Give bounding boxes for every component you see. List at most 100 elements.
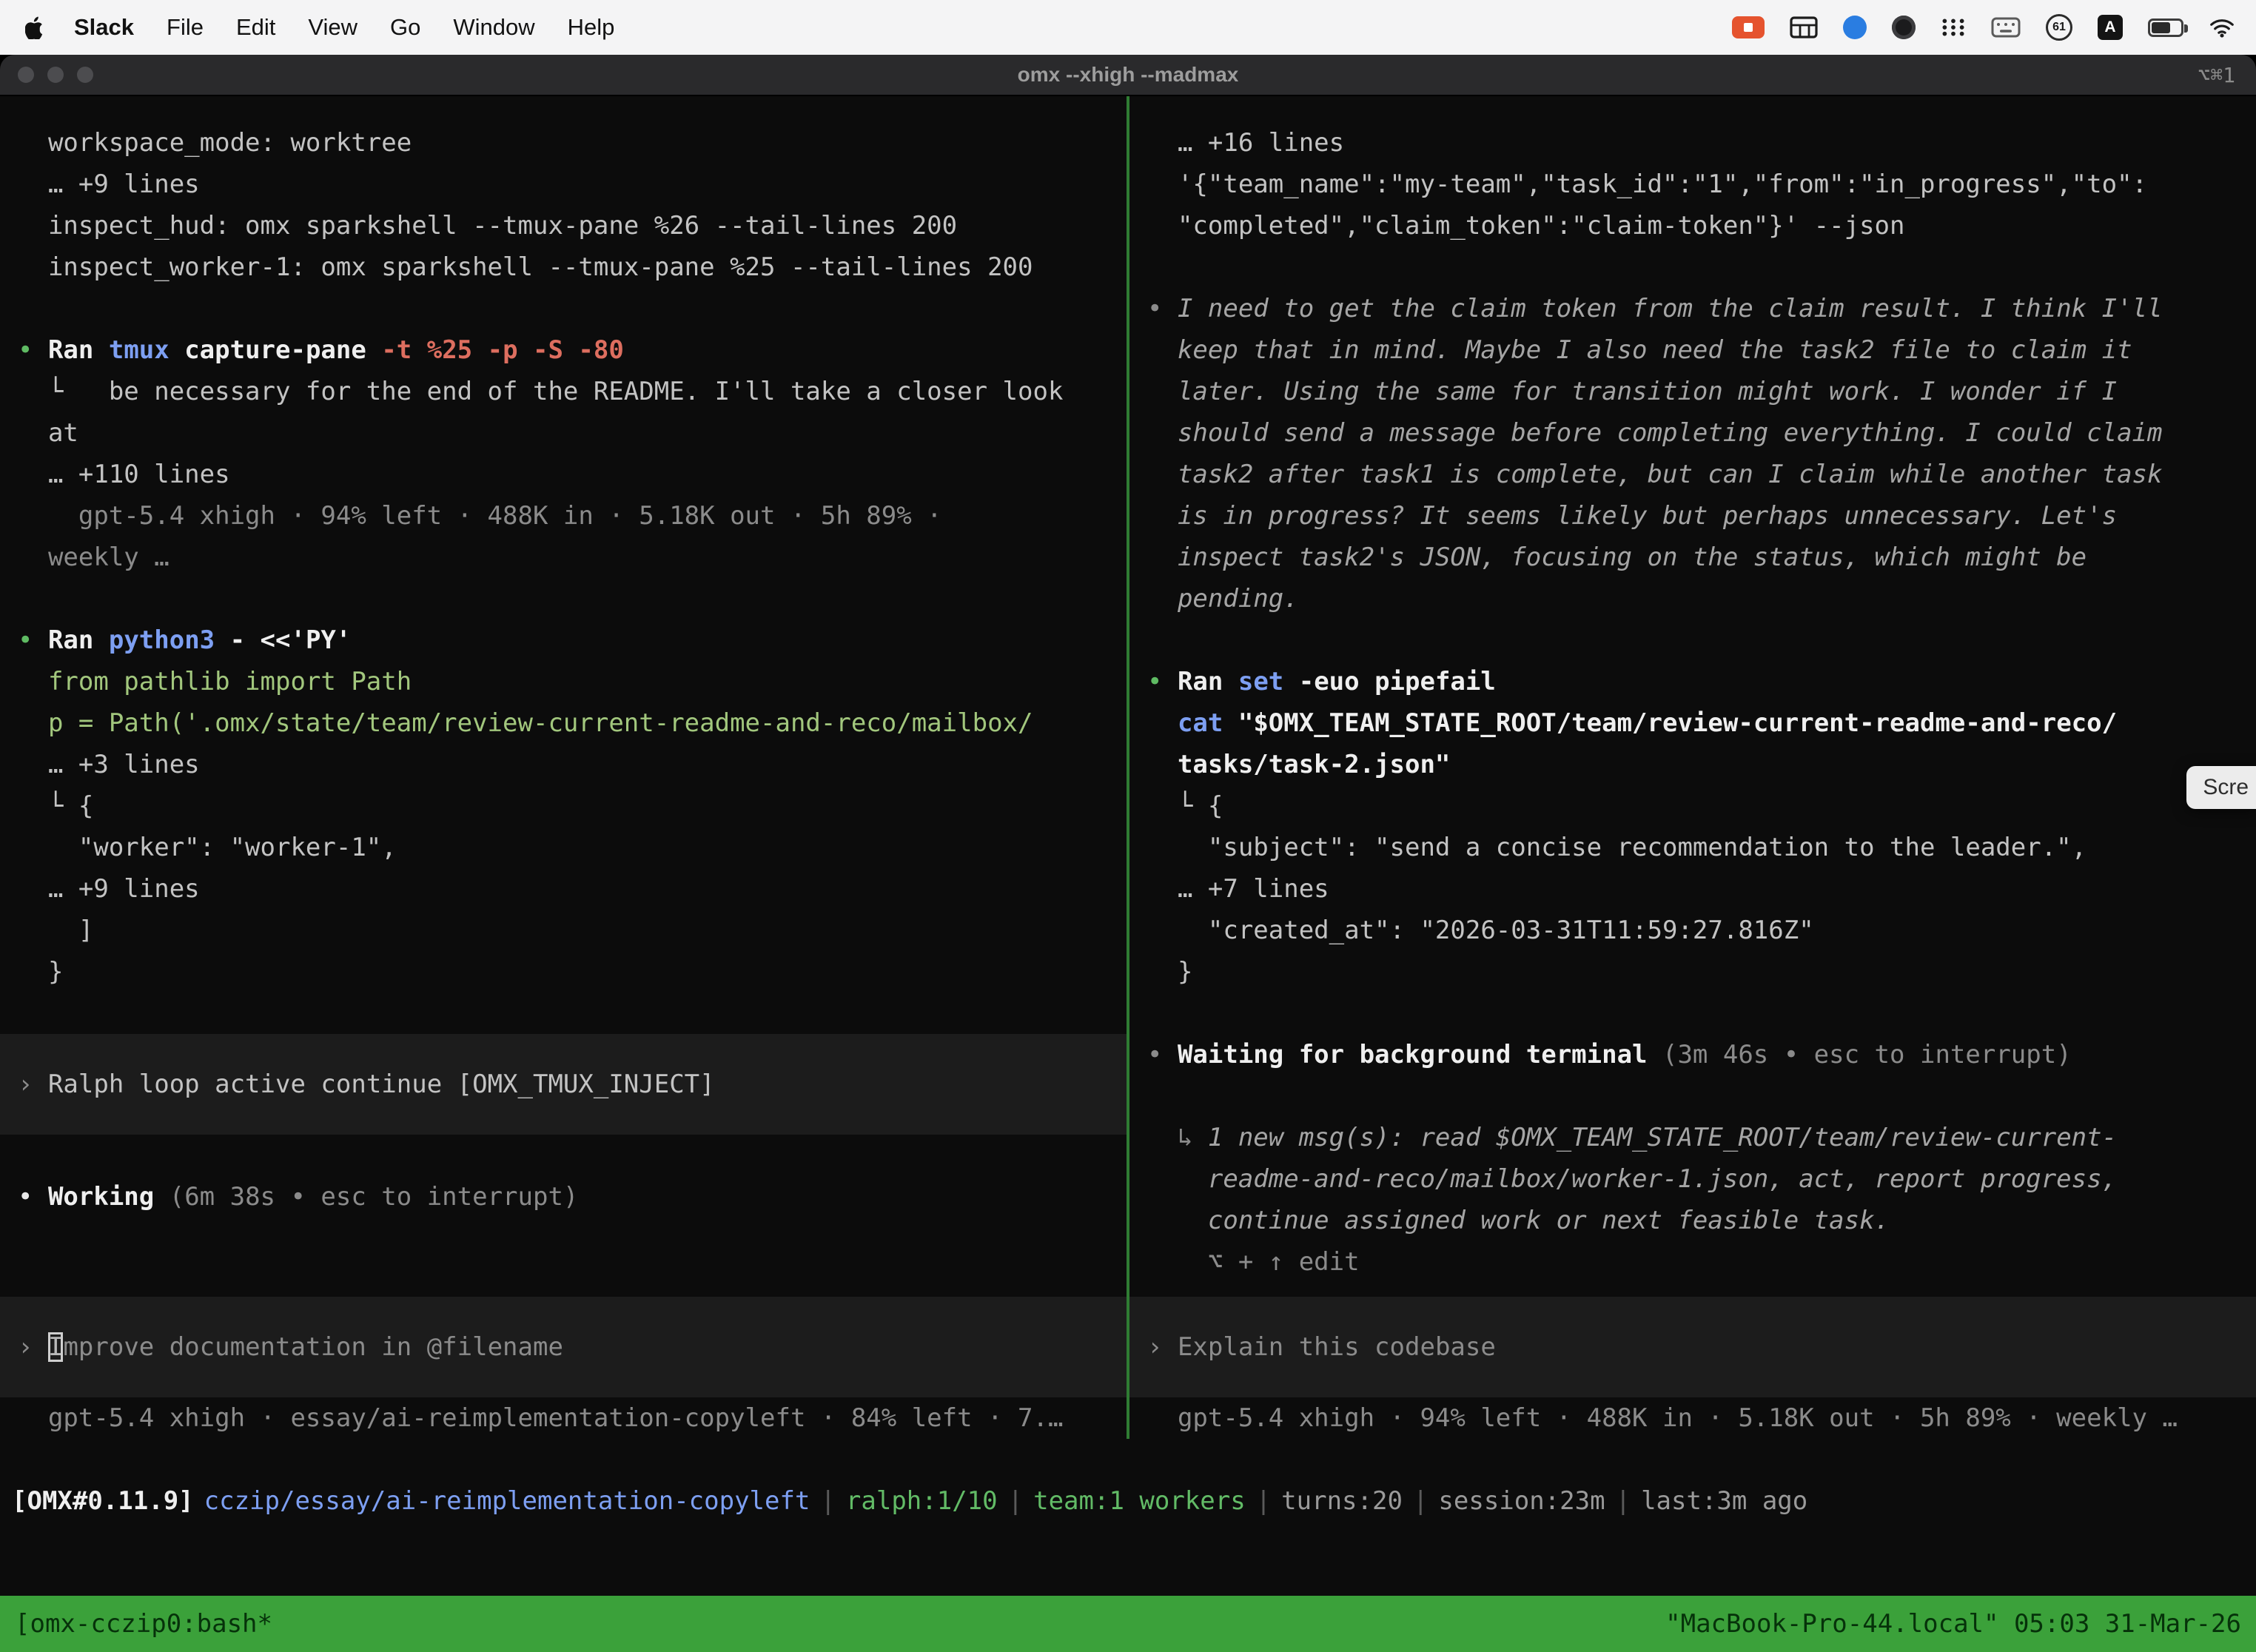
terminal-line: from pathlib import Path bbox=[18, 661, 1109, 702]
wifi-icon[interactable] bbox=[2209, 17, 2235, 38]
separator: | bbox=[1256, 1486, 1271, 1516]
grid-table-icon[interactable] bbox=[1790, 16, 1818, 38]
terminal-line bbox=[18, 1135, 1109, 1176]
terminal-line: task2 after task1 is complete, but can I… bbox=[1147, 454, 2238, 495]
tmux-status-bar: [omx-cczip0:bash* "MacBook-Pro-44.local"… bbox=[0, 1596, 2256, 1652]
last-activity: last:3m ago bbox=[1641, 1486, 1807, 1516]
terminal-line: … +16 lines bbox=[1147, 122, 2238, 164]
team-workers: team:1 workers bbox=[1033, 1486, 1246, 1516]
text-segment: › bbox=[18, 1070, 48, 1099]
text-segment: inspect_hud: omx sparkshell --tmux-pane … bbox=[18, 211, 957, 241]
text-segment: (3m 46s • esc to interrupt) bbox=[1648, 1040, 2072, 1070]
menu-edit[interactable]: Edit bbox=[220, 14, 292, 41]
keyboard-icon[interactable] bbox=[1991, 17, 2021, 38]
text-segment bbox=[1147, 708, 1178, 738]
terminal-line: inspect_worker-1: omx sparkshell --tmux-… bbox=[18, 246, 1109, 288]
terminal-line: gpt-5.4 xhigh · 94% left · 488K in · 5.1… bbox=[18, 495, 1109, 537]
menu-bar: Slack File Edit View Go Window Help 61 A bbox=[0, 0, 2256, 55]
terminal-line: "completed","claim_token":"claim-token"}… bbox=[1147, 205, 2238, 246]
apple-menu[interactable] bbox=[21, 16, 58, 39]
text-segment: └ be necessary for the end of the README… bbox=[18, 377, 1063, 406]
separator: | bbox=[1413, 1486, 1428, 1516]
waiting-status: • Waiting for background terminal (3m 46… bbox=[1147, 1034, 2238, 1075]
terminal-content: workspace_mode: worktree … +9 lines insp… bbox=[0, 96, 2256, 1652]
text-segment: ] bbox=[18, 916, 93, 945]
battery-percentage-badge[interactable]: 61 bbox=[2046, 14, 2072, 41]
text-segment: -euo pipefail bbox=[1299, 667, 1496, 696]
stop-recording-icon[interactable] bbox=[1732, 16, 1765, 38]
text-segment: Waiting for background terminal bbox=[1178, 1040, 1648, 1070]
dots-grid-icon[interactable] bbox=[1941, 17, 1966, 38]
text-segment: readme-and-reco/mailbox/worker-1.json, a… bbox=[1147, 1164, 2117, 1194]
text-segment: Ran bbox=[48, 625, 109, 655]
dark-app-icon[interactable] bbox=[1892, 16, 1916, 39]
text-segment: I need to get the claim token from the c… bbox=[1178, 294, 2163, 323]
prompt-input[interactable]: › Improve documentation in @filename bbox=[0, 1297, 1127, 1397]
terminal-line: readme-and-reco/mailbox/worker-1.json, a… bbox=[1147, 1158, 2238, 1200]
window-titlebar[interactable]: omx --xhigh --madmax ⌥⌘1 bbox=[0, 55, 2256, 96]
terminal-line: at bbox=[18, 412, 1109, 454]
text-segment: should send a message before completing … bbox=[1147, 418, 2162, 448]
minimize-button[interactable] bbox=[47, 67, 64, 83]
terminal-line: is in progress? It seems likely but perh… bbox=[1147, 495, 2238, 537]
ran-set-command: • Ran set -euo pipefail bbox=[1147, 661, 2238, 702]
text-segment: pending. bbox=[1147, 584, 1299, 614]
menu-app-name[interactable]: Slack bbox=[58, 14, 150, 41]
menu-window[interactable]: Window bbox=[437, 14, 551, 41]
menu-view[interactable]: View bbox=[292, 14, 374, 41]
text-segment: gpt-5.4 xhigh · essay/ai-reimplementatio… bbox=[18, 1403, 1063, 1433]
terminal-line bbox=[1147, 993, 2238, 1034]
text-segment: p = Path('.omx/state/team/review-current… bbox=[18, 708, 1033, 738]
terminal-line: … +9 lines bbox=[18, 868, 1109, 910]
ralph-loop-banner[interactable]: › Ralph loop active continue [OMX_TMUX_I… bbox=[0, 1034, 1127, 1135]
screen-share-popover[interactable]: Scre bbox=[2186, 766, 2256, 809]
text-segment: inspect_worker-1: omx sparkshell --tmux-… bbox=[18, 252, 1033, 282]
terminal-spacer bbox=[1147, 1283, 2238, 1297]
tmux-host-and-time: "MacBook-Pro-44.local" 05:03 31-Mar-26 bbox=[1665, 1609, 2241, 1639]
menu-bar-status-items: 61 A bbox=[1732, 14, 2235, 41]
menu-file[interactable]: File bbox=[150, 14, 220, 41]
text-segment: … +9 lines bbox=[18, 874, 200, 904]
text-segment: workspace_mode: worktree bbox=[18, 128, 412, 158]
text-segment: task2 after task1 is complete, but can I… bbox=[1147, 460, 2162, 489]
terminal-line: } bbox=[1147, 951, 2238, 993]
battery-icon[interactable] bbox=[2148, 19, 2183, 37]
terminal-line bbox=[1147, 246, 2238, 288]
text-segment: … +16 lines bbox=[1147, 128, 1344, 158]
menu-go[interactable]: Go bbox=[374, 14, 437, 41]
text-segment: "created_at": "2026-03-31T11:59:27.816Z" bbox=[1147, 916, 1814, 945]
input-source-icon[interactable]: A bbox=[2098, 15, 2123, 40]
text-segment: › bbox=[18, 1332, 48, 1362]
text-segment: … +7 lines bbox=[1147, 874, 1329, 904]
text-segment: … +3 lines bbox=[18, 750, 200, 779]
window-title: omx --xhigh --madmax bbox=[1018, 63, 1239, 87]
text-segment: later. Using the same for transition mig… bbox=[1147, 377, 2117, 406]
text-segment: mprove documentation in @filename bbox=[63, 1332, 563, 1362]
separator: | bbox=[1008, 1486, 1023, 1516]
text-segment: • bbox=[18, 335, 48, 365]
right-terminal-pane[interactable]: … +16 lines '{"team_name":"my-team","tas… bbox=[1129, 96, 2256, 1439]
terminal-line: … +110 lines bbox=[18, 454, 1109, 495]
zoom-button[interactable] bbox=[77, 67, 93, 83]
session-time: session:23m bbox=[1438, 1486, 1605, 1516]
terminal-line: └ { bbox=[1147, 785, 2238, 827]
blue-app-icon[interactable] bbox=[1843, 16, 1867, 39]
prompt-input[interactable]: › Explain this codebase bbox=[1129, 1297, 2256, 1397]
text-segment: › bbox=[1147, 1332, 1178, 1362]
text-segment: -t %25 -p -S -80 bbox=[381, 335, 624, 365]
close-button[interactable] bbox=[18, 67, 34, 83]
terminal-line: └ be necessary for the end of the README… bbox=[18, 371, 1109, 412]
pane-status: gpt-5.4 xhigh · 94% left · 488K in · 5.1… bbox=[1147, 1397, 2238, 1439]
terminal-window: omx --xhigh --madmax ⌥⌘1 workspace_mode:… bbox=[0, 55, 2256, 1652]
terminal-spacer bbox=[18, 1218, 1109, 1297]
terminal-line: continue assigned work or next feasible … bbox=[1147, 1200, 2238, 1241]
menu-help[interactable]: Help bbox=[551, 14, 631, 41]
text-segment: (6m 38s • esc to interrupt) bbox=[154, 1182, 578, 1212]
apple-icon bbox=[25, 16, 44, 39]
text-segment: • bbox=[1147, 294, 1178, 323]
omx-version: [OMX#0.11.9] bbox=[12, 1486, 194, 1516]
text-segment: } bbox=[18, 957, 63, 987]
left-terminal-pane[interactable]: workspace_mode: worktree … +9 lines insp… bbox=[0, 96, 1127, 1439]
tmux-session-window: [omx-cczip0:bash* bbox=[15, 1609, 272, 1639]
text-segment: • bbox=[1147, 1040, 1178, 1070]
